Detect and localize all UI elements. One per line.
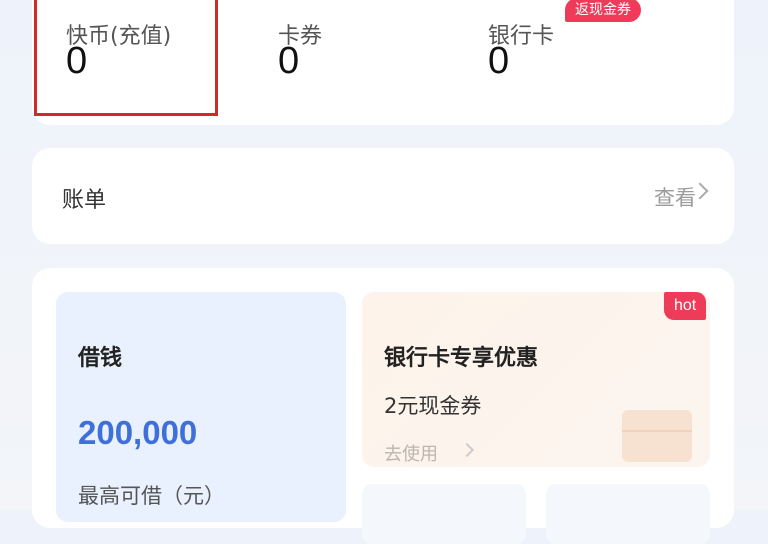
bill-title: 账单 xyxy=(62,188,107,213)
promo-use-link[interactable]: 去使用 xyxy=(384,440,438,466)
chevron-right-icon xyxy=(459,442,475,458)
bank-card-promo-panel[interactable]: 银行卡专享优惠 2元现金券 去使用 xyxy=(362,292,710,467)
promo-title: 银行卡专享优惠 xyxy=(384,346,539,371)
balance-card: 快币(充值) 0 卡券 0 银行卡 0 返现金券 xyxy=(32,0,734,125)
hot-badge: hot xyxy=(664,292,707,320)
services-card: 借钱 200,000 最高可借（元） 银行卡专享优惠 2元现金券 去使用 hot xyxy=(32,268,734,544)
bill-row[interactable]: 账单 查看 xyxy=(32,148,734,244)
bank-card-value: 0 xyxy=(488,40,510,82)
loan-note: 最高可借（元） xyxy=(78,484,225,508)
coin-balance-value: 0 xyxy=(66,40,88,82)
loan-panel[interactable]: 借钱 200,000 最高可借（元） xyxy=(56,292,346,522)
coupon-illustration xyxy=(622,410,692,462)
loan-amount: 200,000 xyxy=(78,414,198,451)
promo-subtitle: 2元现金券 xyxy=(384,394,482,418)
service-tile[interactable] xyxy=(546,484,710,544)
bill-view-link[interactable]: 查看 xyxy=(654,182,696,212)
service-tile[interactable] xyxy=(362,484,526,544)
cashback-badge: 返现金券 xyxy=(565,0,641,22)
loan-title: 借钱 xyxy=(78,346,123,371)
coupon-balance-value: 0 xyxy=(278,40,300,82)
